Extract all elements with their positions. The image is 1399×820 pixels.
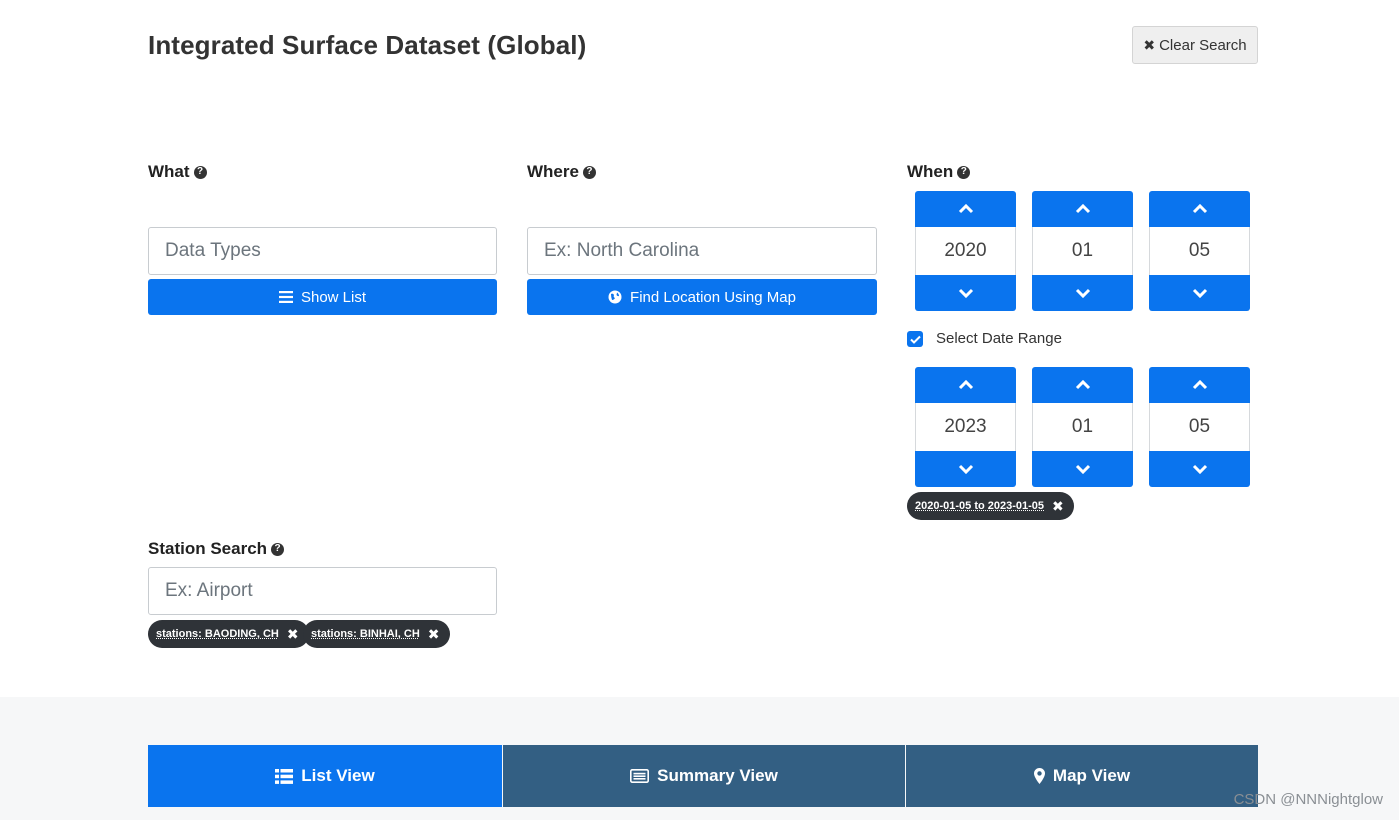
where-label: Where ? — [527, 162, 596, 182]
chevron-up-icon — [1075, 204, 1090, 214]
date-range-pill-text: 2020-01-05 to 2023-01-05 — [915, 500, 1045, 512]
chevron-up-icon — [958, 380, 973, 390]
start-day-decrement-button[interactable] — [1149, 275, 1250, 311]
map-view-label: Map View — [1052, 766, 1131, 785]
remove-icon[interactable]: ✖ — [1052, 498, 1064, 515]
end-year-increment-button[interactable] — [915, 367, 1016, 403]
end-year-value[interactable]: 2023 — [915, 403, 1016, 451]
start-month-increment-button[interactable] — [1032, 191, 1133, 227]
start-month-spinner: 01 — [1032, 191, 1133, 311]
start-month-value[interactable]: 01 — [1032, 227, 1133, 275]
summary-view-label: Summary View — [657, 766, 778, 785]
station-search-input[interactable] — [148, 567, 497, 615]
show-list-button[interactable]: Show List — [148, 279, 497, 315]
chevron-down-icon — [1192, 288, 1207, 298]
chevron-down-icon — [958, 288, 973, 298]
summary-icon — [630, 769, 650, 783]
chevron-up-icon — [1192, 204, 1207, 214]
list-view-label: List View — [301, 766, 375, 785]
date-range-label[interactable]: Select Date Range — [936, 330, 1062, 347]
station-pill-text: stations: BINHAI, CH — [311, 628, 420, 640]
chevron-up-icon — [958, 204, 973, 214]
chevron-down-icon — [958, 464, 973, 474]
find-location-label: Find Location Using Map — [630, 288, 796, 306]
check-icon — [909, 335, 921, 344]
start-day-spinner: 05 — [1149, 191, 1250, 311]
data-types-input[interactable] — [148, 227, 497, 275]
station-pill-text: stations: BAODING, CH — [156, 628, 279, 640]
remove-icon[interactable]: ✖ — [287, 626, 299, 643]
globe-icon — [608, 290, 622, 304]
when-label-text: When — [907, 162, 954, 181]
question-icon[interactable]: ? — [193, 165, 207, 179]
start-day-value[interactable]: 05 — [1149, 227, 1250, 275]
start-day-increment-button[interactable] — [1149, 191, 1250, 227]
start-year-value[interactable]: 2020 — [915, 227, 1016, 275]
show-list-label: Show List — [300, 288, 367, 306]
station-search-label: Station Search ? — [148, 539, 285, 559]
page: Integrated Surface Dataset (Global) ✖ Cl… — [0, 0, 1399, 820]
tab-map-view[interactable]: Map View — [906, 745, 1258, 807]
tab-summary-view[interactable]: Summary View — [503, 745, 905, 807]
end-day-spinner: 05 — [1149, 367, 1250, 487]
end-month-increment-button[interactable] — [1032, 367, 1133, 403]
when-label: When ? — [907, 162, 971, 182]
remove-icon[interactable]: ✖ — [428, 626, 440, 643]
station-pill: stations: BAODING, CH ✖ — [148, 620, 309, 648]
end-day-decrement-button[interactable] — [1149, 451, 1250, 487]
list-icon — [278, 291, 293, 303]
page-title: Integrated Surface Dataset (Global) — [148, 30, 587, 60]
end-year-decrement-button[interactable] — [915, 451, 1016, 487]
start-year-decrement-button[interactable] — [915, 275, 1016, 311]
chevron-up-icon — [1192, 380, 1207, 390]
station-search-label-text: Station Search — [148, 539, 268, 558]
find-location-button[interactable]: Find Location Using Map — [527, 279, 877, 315]
tab-list-view[interactable]: List View — [148, 745, 502, 807]
start-month-decrement-button[interactable] — [1032, 275, 1133, 311]
what-label: What ? — [148, 162, 207, 182]
close-icon: ✖ — [1143, 36, 1156, 53]
map-marker-icon — [1033, 768, 1045, 784]
end-year-spinner: 2023 — [915, 367, 1016, 487]
chevron-down-icon — [1192, 464, 1207, 474]
end-month-decrement-button[interactable] — [1032, 451, 1133, 487]
question-icon[interactable]: ? — [271, 542, 285, 556]
clear-search-label: Clear Search — [1159, 36, 1247, 54]
list-icon — [275, 768, 294, 784]
location-input[interactable] — [527, 227, 877, 275]
chevron-down-icon — [1075, 464, 1090, 474]
start-year-spinner: 2020 — [915, 191, 1016, 311]
date-range-checkbox[interactable] — [907, 331, 923, 347]
end-day-increment-button[interactable] — [1149, 367, 1250, 403]
date-range-pill: 2020-01-05 to 2023-01-05 ✖ — [907, 492, 1074, 520]
end-month-value[interactable]: 01 — [1032, 403, 1133, 451]
clear-search-button[interactable]: ✖ Clear Search — [1132, 26, 1258, 64]
question-icon[interactable]: ? — [957, 165, 971, 179]
start-year-increment-button[interactable] — [915, 191, 1016, 227]
where-label-text: Where — [527, 162, 579, 181]
station-pill: stations: BINHAI, CH ✖ — [303, 620, 450, 648]
question-icon[interactable]: ? — [582, 165, 596, 179]
chevron-down-icon — [1075, 288, 1090, 298]
end-month-spinner: 01 — [1032, 367, 1133, 487]
chevron-up-icon — [1075, 380, 1090, 390]
end-day-value[interactable]: 05 — [1149, 403, 1250, 451]
watermark: CSDN @NNNightglow — [1233, 791, 1383, 808]
what-label-text: What — [148, 162, 190, 181]
